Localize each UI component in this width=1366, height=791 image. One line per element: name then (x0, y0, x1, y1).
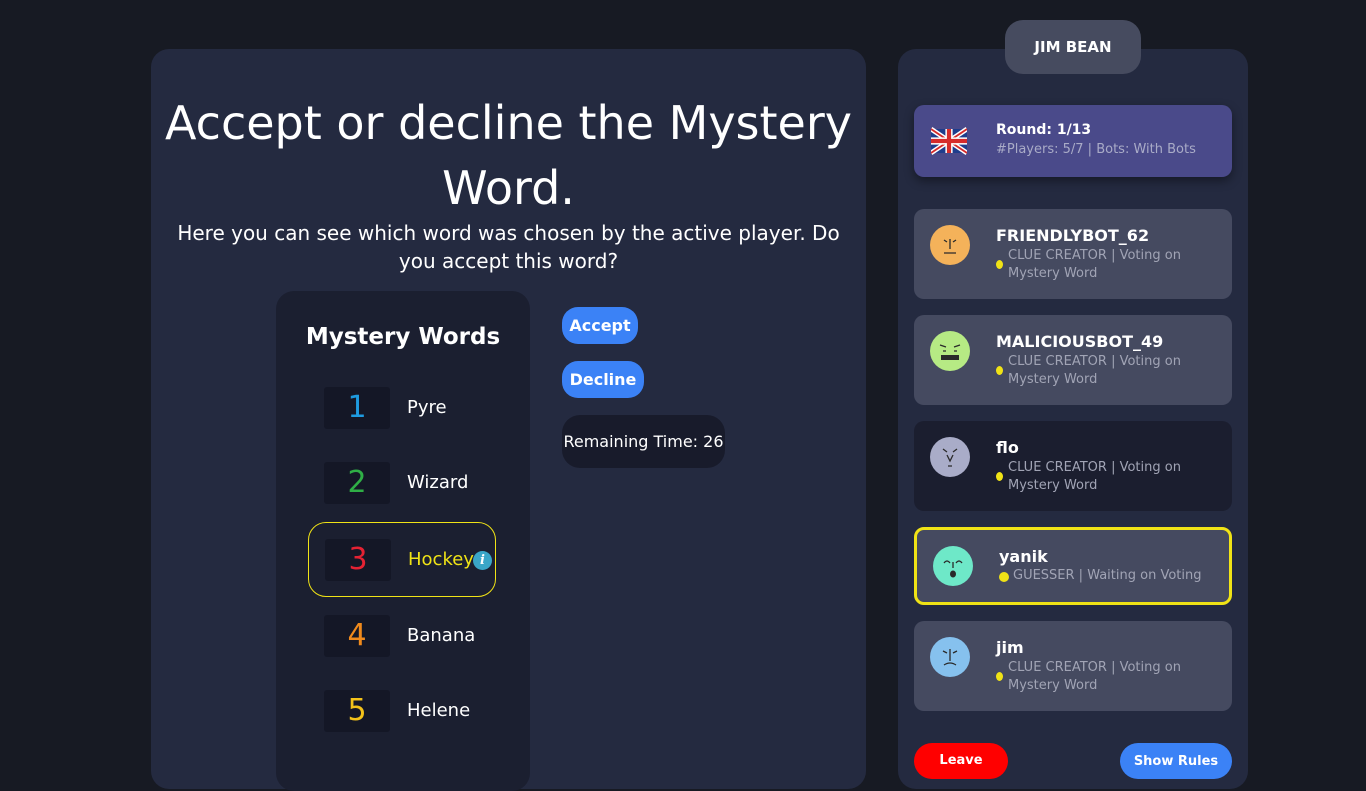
page-title: Accept or decline the Mystery Word. (165, 96, 852, 215)
status-dot (999, 572, 1009, 582)
status-dot (996, 366, 1003, 375)
word-number: 3 (325, 539, 391, 581)
word-label: Hockey (408, 549, 474, 570)
word-label: Helene (407, 700, 471, 721)
player-name: jim (996, 638, 1024, 657)
players-sidebar: Round: 1/13 #Players: 5/7 | Bots: With B… (898, 49, 1248, 789)
remaining-time: Remaining Time: 26 (562, 415, 725, 468)
player-name: yanik (999, 547, 1048, 566)
word-row-5: 5 Helene (324, 690, 524, 734)
decline-button[interactable]: Decline (562, 361, 644, 398)
show-rules-button[interactable]: Show Rules (1120, 743, 1232, 779)
mystery-words-title: Mystery Words (305, 324, 501, 350)
status-dot (996, 672, 1003, 681)
word-row-2: 2 Wizard (324, 462, 524, 506)
player-avatar-icon (930, 225, 970, 265)
status-dot (996, 472, 1003, 481)
player-status: CLUE CREATOR | Voting on Mystery Word (1008, 660, 1181, 693)
word-number: 1 (324, 387, 390, 429)
round-meta: #Players: 5/7 | Bots: With Bots (996, 142, 1196, 157)
player-name: flo (996, 438, 1019, 457)
round-info-card: Round: 1/13 #Players: 5/7 | Bots: With B… (914, 105, 1232, 177)
info-icon[interactable]: i (473, 551, 492, 570)
word-row-4: 4 Banana (324, 615, 524, 659)
player-avatar-icon (933, 546, 973, 586)
user-name-badge[interactable]: JIM BEAN (1005, 20, 1141, 74)
player-name: FRIENDLYBOT_62 (996, 226, 1150, 245)
player-card[interactable]: jim CLUE CREATOR | Voting on Mystery Wor… (914, 621, 1232, 711)
word-number: 2 (324, 462, 390, 504)
status-dot (996, 260, 1003, 269)
uk-flag-icon (931, 127, 967, 155)
round-label: Round: 1/13 (996, 122, 1092, 138)
word-label: Banana (407, 625, 476, 646)
player-card-active[interactable]: yanik GUESSER | Waiting on Voting (914, 527, 1232, 605)
player-card[interactable]: FRIENDLYBOT_62 CLUE CREATOR | Voting on … (914, 209, 1232, 299)
word-label: Pyre (407, 397, 447, 418)
main-panel: Accept or decline the Mystery Word. Here… (151, 49, 866, 791)
player-card[interactable]: flo CLUE CREATOR | Voting on Mystery Wor… (914, 421, 1232, 511)
player-name: MALICIOUSBOT_49 (996, 332, 1164, 351)
page-subtitle: Here you can see which word was chosen b… (177, 221, 840, 273)
player-status: GUESSER | Waiting on Voting (1013, 568, 1202, 583)
player-avatar-icon (930, 437, 970, 477)
player-avatar-icon (930, 331, 970, 371)
mystery-words-card: Mystery Words 1 Pyre 2 Wizard 3 Hockey i… (276, 291, 530, 791)
word-label: Wizard (407, 472, 469, 493)
player-status: CLUE CREATOR | Voting on Mystery Word (1008, 460, 1181, 493)
player-card[interactable]: MALICIOUSBOT_49 CLUE CREATOR | Voting on… (914, 315, 1232, 405)
word-row-3: 3 Hockey (325, 539, 525, 583)
player-status: CLUE CREATOR | Voting on Mystery Word (1008, 248, 1181, 281)
word-number: 5 (324, 690, 390, 732)
player-avatar-icon (930, 637, 970, 677)
player-status: CLUE CREATOR | Voting on Mystery Word (1008, 354, 1181, 387)
accept-button[interactable]: Accept (562, 307, 638, 344)
leave-button[interactable]: Leave (914, 743, 1008, 779)
word-number: 4 (324, 615, 390, 657)
word-row-1: 1 Pyre (324, 387, 524, 431)
